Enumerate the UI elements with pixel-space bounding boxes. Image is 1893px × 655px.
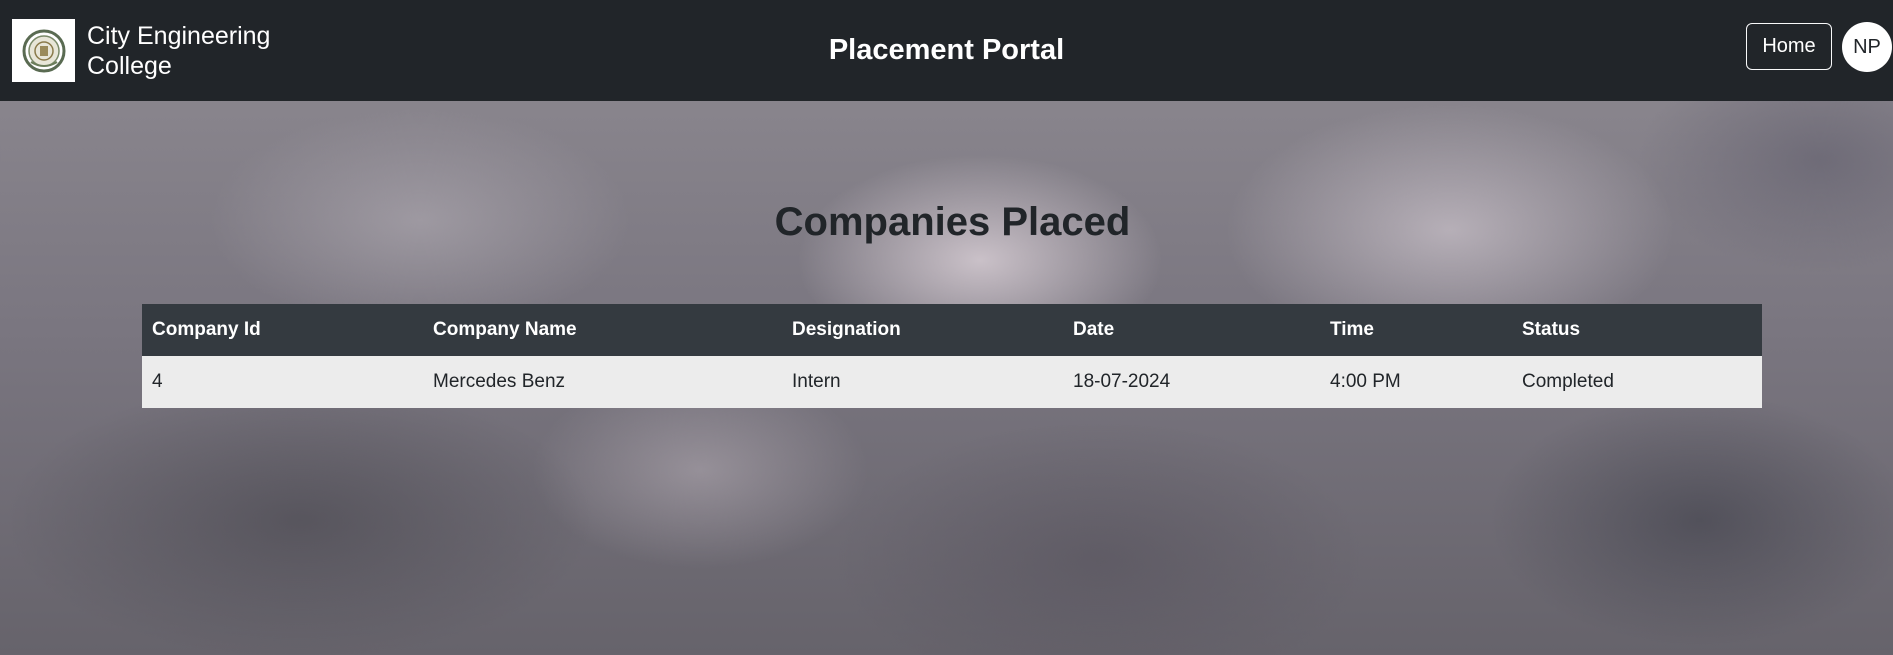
college-name: City Engineering College (87, 21, 271, 80)
table-cell-date: 18-07-2024 (1073, 371, 1171, 392)
home-button[interactable]: Home (1746, 23, 1832, 70)
table-cell-company-name: Mercedes Benz (433, 371, 566, 392)
column-header: Company Id (152, 319, 261, 340)
table-header-row: Company Id Company Name Designation Date… (142, 304, 1762, 356)
college-emblem-icon (12, 19, 75, 82)
page-title: Companies Placed (774, 200, 1131, 244)
table-cell-company-id: 4 (152, 371, 163, 392)
column-header: Date (1073, 319, 1115, 340)
table-row: 4 Mercedes Benz Intern 18-07-2024 4:00 P… (142, 356, 1762, 408)
table-cell-designation: Intern (792, 371, 841, 392)
column-header: Time (1330, 319, 1375, 340)
table-cell-status: Completed (1522, 371, 1614, 392)
table-cell-time: 4:00 PM (1330, 371, 1401, 392)
column-header: Status (1522, 319, 1581, 340)
top-navbar: City Engineering College Placement Porta… (0, 0, 1893, 101)
column-header: Company Name (433, 319, 577, 340)
brand[interactable]: City Engineering College (12, 19, 287, 82)
user-avatar[interactable]: NP (1842, 22, 1892, 72)
column-header: Designation (792, 319, 901, 340)
companies-table: Company Id Company Name Designation Date… (142, 304, 1762, 408)
